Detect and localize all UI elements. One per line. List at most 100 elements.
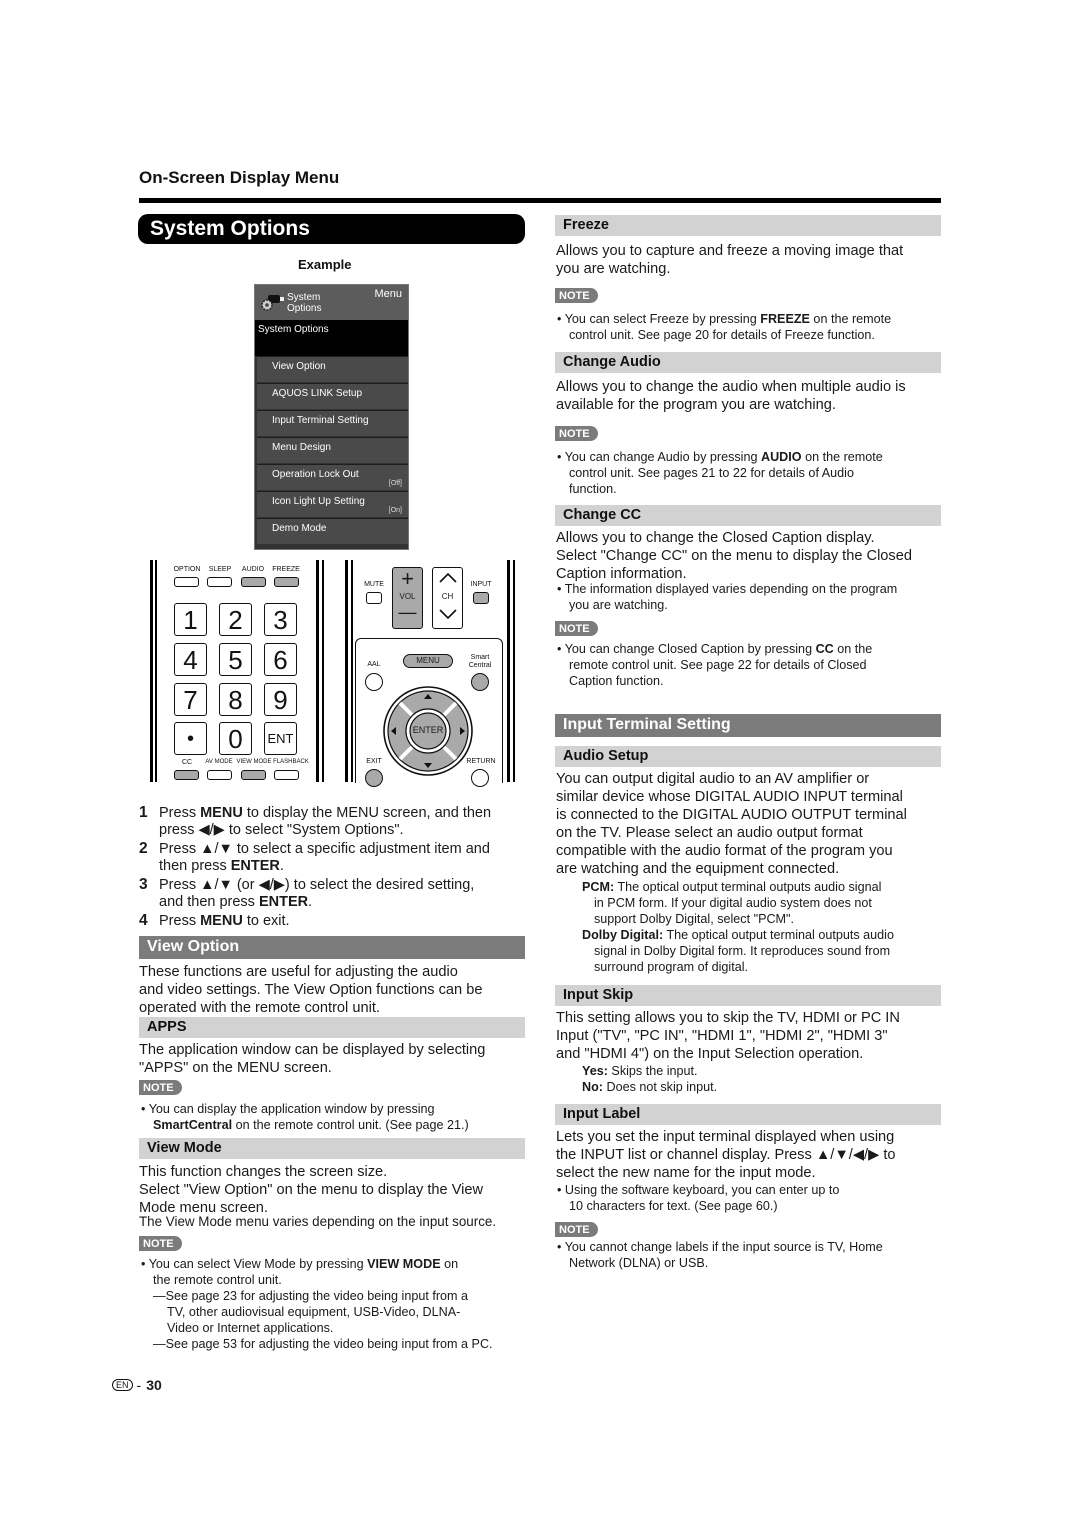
ent-key[interactable]: ENT bbox=[264, 722, 297, 755]
osd-selected-category: System Options bbox=[255, 320, 408, 356]
vol-down-icon[interactable]: — bbox=[393, 602, 422, 623]
menu-button[interactable]: MENU bbox=[403, 654, 453, 668]
step-2: 2 Press ▲/▼ to select a specific adjustme… bbox=[139, 840, 490, 875]
page-footer: EN -30 bbox=[112, 1377, 162, 1393]
text-line: are watching and the equipment connected… bbox=[556, 861, 840, 877]
number-key-5[interactable]: 5 bbox=[219, 643, 252, 676]
text-line: and video settings. The View Option func… bbox=[139, 982, 483, 998]
return-button[interactable] bbox=[471, 769, 489, 787]
step-text: Press ▲/▼ to select a specific adjustmen… bbox=[159, 841, 490, 857]
ch-down-icon[interactable] bbox=[438, 608, 458, 620]
page-number: 30 bbox=[146, 1377, 162, 1393]
apps-note: • You can display the application window… bbox=[141, 1102, 469, 1132]
remote-rail bbox=[345, 560, 348, 782]
number-key-9[interactable]: 9 bbox=[264, 683, 297, 716]
remote-rail bbox=[155, 560, 157, 782]
number-key-0[interactable]: 0 bbox=[219, 722, 252, 755]
smart-central-label-line1: Smart bbox=[470, 654, 490, 661]
text-line: Input ("TV", "PC IN", "HDMI 1", "HDMI 2"… bbox=[556, 1028, 888, 1044]
audio-label: AUDIO bbox=[241, 566, 265, 573]
text-line: You can output digital audio to an AV am… bbox=[556, 771, 870, 787]
ch-up-icon[interactable] bbox=[438, 572, 458, 584]
text-line: Network (DLNA) or USB. bbox=[569, 1256, 709, 1270]
text-line: you are watching. bbox=[569, 598, 668, 612]
audio-setup-options: PCM: The optical output terminal outputs… bbox=[582, 879, 952, 975]
dot-key[interactable]: • bbox=[174, 722, 207, 755]
number-key-2[interactable]: 2 bbox=[219, 603, 252, 636]
freeze-note: • You can select Freeze by pressing FREE… bbox=[557, 311, 947, 343]
view-mode-body-small: The View Mode menu varies depending on t… bbox=[139, 1214, 497, 1229]
number-key-4[interactable]: 4 bbox=[174, 643, 207, 676]
osd-item-input-terminal-setting[interactable]: Input Terminal Setting bbox=[257, 410, 408, 436]
apps-note-badge: NOTE bbox=[139, 1078, 182, 1096]
flashback-button[interactable] bbox=[274, 770, 299, 780]
osd-item-label: Operation Lock Out bbox=[272, 469, 359, 480]
text-bold: No: bbox=[582, 1080, 603, 1094]
return-label: RETURN bbox=[466, 758, 496, 765]
vol-rocker[interactable]: + VOL — bbox=[392, 566, 423, 629]
text-line: Using the software keyboard, you can ent… bbox=[564, 1183, 840, 1197]
remote-rail bbox=[351, 560, 353, 782]
enter-button[interactable]: ENTER bbox=[408, 725, 448, 735]
text-line: remote control unit. See page 22 for det… bbox=[569, 658, 867, 672]
number-key-7[interactable]: 7 bbox=[174, 683, 207, 716]
osd-item-icon-light-up-setting[interactable]: Icon Light Up Setting [On] bbox=[257, 491, 408, 517]
smart-central-label: Smart Central bbox=[463, 654, 497, 670]
exit-label: EXIT bbox=[366, 758, 382, 765]
input-skip-heading: Input Skip bbox=[555, 985, 941, 1006]
osd-header: System Options Menu bbox=[255, 285, 408, 320]
view-mode-button[interactable] bbox=[241, 770, 266, 780]
text-line: compatible with the audio format of the … bbox=[556, 843, 893, 859]
number-key-8[interactable]: 8 bbox=[219, 683, 252, 716]
change-cc-bullet: • The information displayed varies depen… bbox=[557, 581, 947, 613]
osd-item-view-option[interactable]: View Option bbox=[257, 356, 408, 382]
sub-note-line: Video or Internet applications. bbox=[167, 1321, 334, 1335]
input-label-bullet: • Using the software keyboard, you can e… bbox=[557, 1182, 947, 1214]
audio-button[interactable] bbox=[241, 577, 266, 587]
osd-item-menu-design[interactable]: Menu Design bbox=[257, 437, 408, 463]
osd-item-aquos-link-setup[interactable]: AQUOS LINK Setup bbox=[257, 383, 408, 409]
osd-item-operation-lock-out[interactable]: Operation Lock Out [Off] bbox=[257, 464, 408, 490]
text-line: You can select Freeze by pressing bbox=[564, 312, 761, 326]
osd-item-demo-mode[interactable]: Demo Mode bbox=[257, 518, 408, 544]
number-key-6[interactable]: 6 bbox=[264, 643, 297, 676]
input-button[interactable] bbox=[473, 592, 489, 604]
option-button[interactable] bbox=[174, 577, 199, 587]
vol-label: VOL bbox=[399, 592, 416, 601]
text-line: available for the program you are watchi… bbox=[556, 397, 836, 413]
remote-rail bbox=[150, 560, 153, 782]
sleep-button[interactable] bbox=[207, 577, 232, 587]
page-section-title: On-Screen Display Menu bbox=[139, 168, 340, 187]
view-mode-label: VIEW MODE bbox=[236, 759, 272, 765]
cc-button[interactable] bbox=[174, 770, 199, 780]
cc-label: CC bbox=[181, 759, 193, 766]
text-line: You can select View Mode by pressing bbox=[148, 1257, 368, 1271]
text-bold: AUDIO bbox=[760, 450, 802, 464]
chapter-title: System Options bbox=[138, 214, 525, 244]
ch-rocker[interactable]: CH bbox=[432, 567, 463, 629]
exit-button[interactable] bbox=[365, 769, 383, 787]
aal-button[interactable] bbox=[365, 673, 383, 691]
view-mode-heading: View Mode bbox=[139, 1138, 525, 1159]
text-line: and "HDMI 4") on the Input Selection ope… bbox=[556, 1046, 864, 1062]
text-line: The information displayed varies dependi… bbox=[564, 582, 898, 596]
gear-plug-icon bbox=[261, 295, 284, 311]
mute-button[interactable] bbox=[366, 592, 382, 604]
text-line: Allows you to change the audio when mult… bbox=[556, 379, 906, 395]
number-key-1[interactable]: 1 bbox=[174, 603, 207, 636]
text-line: The optical output terminal outputs audi… bbox=[614, 880, 882, 894]
number-key-3[interactable]: 3 bbox=[264, 603, 297, 636]
text-line: You cannot change labels if the input so… bbox=[564, 1240, 883, 1254]
remote-rail bbox=[322, 560, 324, 782]
text-line: on the remote bbox=[809, 312, 892, 326]
vol-up-icon[interactable]: + bbox=[393, 566, 422, 592]
view-mode-body: This function changes the screen size. S… bbox=[139, 1163, 529, 1217]
step-text: . bbox=[308, 894, 313, 910]
av-mode-button[interactable] bbox=[207, 770, 232, 780]
freeze-button[interactable] bbox=[274, 577, 299, 587]
step-text-line2: then press ENTER. bbox=[139, 858, 490, 875]
sub-note-line: —See page 53 for adjusting the video bei… bbox=[153, 1337, 493, 1351]
step-text: Press bbox=[159, 805, 201, 821]
osd-item-label: Icon Light Up Setting bbox=[272, 496, 365, 507]
view-option-body: These functions are useful for adjusting… bbox=[139, 963, 529, 1017]
